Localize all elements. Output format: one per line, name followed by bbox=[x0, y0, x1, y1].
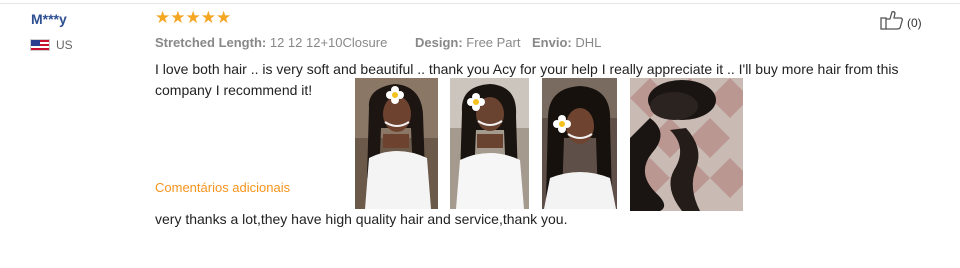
star-icon: ★ bbox=[170, 8, 186, 28]
review-photo-4[interactable] bbox=[630, 78, 743, 211]
attribute-key: Envio: bbox=[532, 35, 572, 50]
attribute-value: DHL bbox=[575, 35, 602, 50]
star-icon: ★ bbox=[155, 8, 171, 28]
attribute-key: Design: bbox=[415, 35, 463, 50]
review-text: I love both hair .. is very soft and bea… bbox=[155, 61, 899, 98]
review-photo-3[interactable] bbox=[542, 78, 617, 209]
thumbs-up-icon bbox=[880, 10, 904, 35]
attribute-value: Free Part bbox=[466, 35, 521, 50]
review-photo-1[interactable] bbox=[355, 78, 438, 209]
attribute-design: Design: Free Part bbox=[415, 35, 520, 50]
attribute-stretched-length: Stretched Length: 12 12 12+10Closure bbox=[155, 35, 387, 50]
reviewer-name: M***y bbox=[31, 11, 67, 27]
star-rating: ★ ★ ★ ★ ★ bbox=[155, 9, 231, 27]
additional-comments-text: very thanks a lot,they have high quality… bbox=[155, 211, 568, 227]
country-label: US bbox=[56, 38, 73, 52]
attribute-value: 12 12 12+10Closure bbox=[269, 35, 388, 50]
us-flag-icon bbox=[30, 39, 50, 51]
helpful-button[interactable]: (0) bbox=[880, 10, 922, 35]
review-photo-2[interactable] bbox=[450, 78, 529, 209]
attribute-shipping: Envio: DHL bbox=[532, 35, 601, 50]
star-icon: ★ bbox=[200, 8, 216, 28]
helpful-count: (0) bbox=[907, 15, 922, 30]
divider bbox=[0, 3, 960, 4]
additional-comments-label: Comentários adicionais bbox=[155, 180, 291, 195]
star-icon: ★ bbox=[185, 8, 201, 28]
reviewer-country: US bbox=[30, 38, 73, 52]
attribute-key: Stretched Length: bbox=[155, 35, 267, 50]
star-icon: ★ bbox=[216, 8, 232, 28]
